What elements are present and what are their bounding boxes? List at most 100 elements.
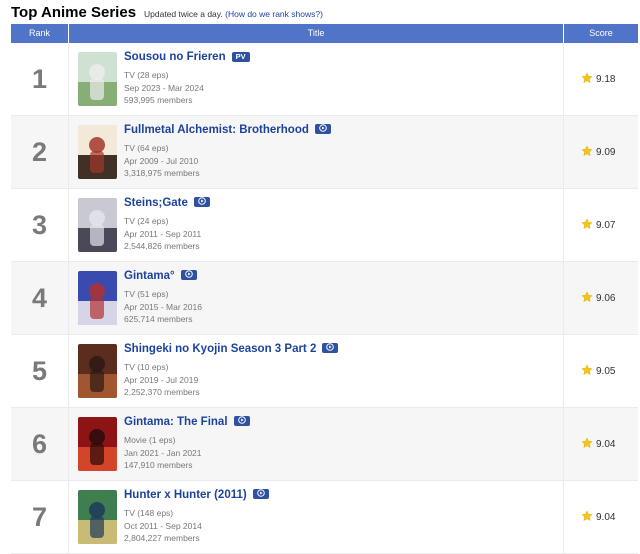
page-subtitle: Updated twice a day. (How do we rank sho… — [144, 9, 323, 19]
anime-type: TV (24 eps) — [124, 216, 169, 226]
rank-number: 6 — [31, 429, 48, 459]
column-header-rank: Rank — [28, 28, 50, 38]
anime-title-link[interactable]: Sousou no Frieren — [124, 51, 226, 63]
play-trailer-icon[interactable] — [180, 270, 197, 280]
anime-thumbnail[interactable] — [78, 490, 117, 544]
anime-type: TV (10 eps) — [124, 362, 169, 372]
anime-thumbnail[interactable] — [78, 125, 117, 179]
star-icon — [581, 145, 593, 160]
anime-info: TV (64 eps) Apr 2009 - Jul 2010 3,318,975 … — [124, 142, 200, 180]
play-trailer-icon[interactable] — [193, 197, 210, 207]
anime-info: Movie (1 eps) Jan 2021 - Jan 2021 147,910 … — [124, 434, 202, 472]
rank-number: 4 — [31, 283, 48, 313]
anime-type: TV (51 eps) — [124, 289, 169, 299]
star-icon — [581, 72, 593, 87]
anime-title-cell: Steins;Gate — [124, 197, 210, 209]
anime-title-link[interactable]: Gintama° — [124, 270, 175, 282]
star-icon — [581, 437, 593, 452]
table-row: 1 Sousou no Frieren PV TV (28 eps) Sep 2023 … — [11, 43, 638, 116]
table-header: Rank Title Score — [11, 24, 638, 43]
update-note: Updated twice a day. — [144, 9, 223, 19]
score-cell: 9.18 — [581, 72, 615, 87]
anime-title-cell: Hunter x Hunter (2011) — [124, 489, 269, 501]
table-row: 7 Hunter x Hunter (2011) TV (148 eps) Oct 2… — [11, 481, 638, 554]
column-divider — [563, 335, 564, 407]
column-divider — [563, 189, 564, 261]
anime-title-cell: Shingeki no Kyojin Season 3 Part 2 — [124, 343, 339, 355]
anime-thumbnail[interactable] — [78, 271, 117, 325]
anime-thumbnail[interactable] — [78, 198, 117, 252]
anime-info: TV (51 eps) Apr 2015 - Mar 2016 625,714 me… — [124, 288, 202, 326]
anime-thumbnail[interactable] — [78, 417, 117, 471]
anime-members: 625,714 members — [124, 314, 193, 325]
anime-title-cell: Fullmetal Alchemist: Brotherhood — [124, 124, 331, 136]
rank-number: 7 — [31, 502, 48, 532]
score-value: 9.05 — [596, 366, 616, 377]
play-trailer-icon[interactable] — [322, 343, 339, 353]
column-divider — [563, 43, 564, 115]
rank-number: 1 — [31, 64, 48, 94]
table-row: 5 Shingeki no Kyojin Season 3 Part 2 TV (1… — [11, 335, 638, 408]
column-divider — [68, 189, 69, 261]
play-trailer-icon[interactable] — [233, 416, 250, 426]
anime-members: 3,318,975 members — [124, 168, 200, 179]
anime-info: TV (24 eps) Apr 2011 - Sep 2011 2,544,826 … — [124, 215, 201, 253]
anime-title-link[interactable]: Hunter x Hunter (2011) — [124, 489, 247, 501]
anime-aired: Apr 2011 - Sep 2011 — [124, 228, 202, 239]
column-header-title: Title — [307, 28, 325, 38]
anime-aired: Sep 2023 - Mar 2024 — [124, 82, 204, 93]
ranking-help-link[interactable]: (How do we rank shows?) — [225, 9, 323, 19]
play-trailer-icon[interactable] — [252, 489, 269, 499]
star-icon — [581, 291, 593, 306]
table-row: 6 Gintama: The Final Movie (1 eps) Jan 2021… — [11, 408, 638, 481]
play-trailer-icon[interactable] — [314, 124, 331, 134]
table-row: 4 Gintama° TV (51 eps) Apr 2015 - Mar 2016 6… — [11, 262, 638, 335]
score-value: 9.06 — [596, 293, 616, 304]
anime-title-link[interactable]: Fullmetal Alchemist: Brotherhood — [124, 124, 309, 136]
anime-members: 593,995 members — [124, 95, 193, 106]
anime-aired: Apr 2009 - Jul 2010 — [124, 155, 199, 166]
score-cell: 9.07 — [581, 218, 615, 233]
anime-title-link[interactable]: Steins;Gate — [124, 197, 188, 209]
column-header-score: Score — [589, 28, 613, 38]
column-divider — [563, 116, 564, 188]
score-cell: 9.09 — [581, 145, 615, 160]
anime-members: 2,804,227 members — [124, 533, 200, 544]
score-value: 9.07 — [596, 220, 616, 231]
pv-badge[interactable]: PV — [231, 52, 250, 62]
star-icon — [581, 364, 593, 379]
anime-thumbnail[interactable] — [78, 344, 117, 398]
anime-info: TV (28 eps) Sep 2023 - Mar 2024 593,995 me… — [124, 69, 204, 107]
anime-type: Movie (1 eps) — [124, 435, 176, 445]
rank-number: 2 — [31, 137, 48, 167]
rank-number: 3 — [31, 210, 48, 240]
star-icon — [581, 218, 593, 233]
score-cell: 9.04 — [581, 510, 615, 525]
anime-thumbnail[interactable] — [78, 52, 117, 106]
table-row: 2 Fullmetal Alchemist: Brotherhood TV (64 … — [11, 116, 638, 189]
anime-title-cell: Gintama° — [124, 270, 197, 282]
score-value: 9.04 — [596, 512, 616, 523]
anime-title-cell: Gintama: The Final — [124, 416, 250, 428]
rank-number: 5 — [31, 356, 48, 386]
score-cell: 9.04 — [581, 437, 615, 452]
top-anime-page: Top Anime Series Updated twice a day. (H… — [0, 0, 640, 554]
page-header: Top Anime Series Updated twice a day. (H… — [0, 0, 640, 24]
column-divider — [68, 43, 69, 115]
anime-type: TV (148 eps) — [124, 508, 174, 518]
column-divider — [68, 335, 69, 407]
ranking-table: 1 Sousou no Frieren PV TV (28 eps) Sep 2023 … — [11, 43, 638, 554]
anime-title-link[interactable]: Shingeki no Kyojin Season 3 Part 2 — [124, 343, 316, 355]
anime-title-link[interactable]: Gintama: The Final — [124, 416, 228, 428]
column-divider — [563, 408, 564, 480]
anime-info: TV (148 eps) Oct 2011 - Sep 2014 2,804,227… — [124, 507, 202, 545]
column-divider — [68, 408, 69, 480]
column-divider — [68, 481, 69, 553]
score-value: 9.09 — [596, 147, 616, 158]
anime-aired: Apr 2015 - Mar 2016 — [124, 301, 202, 312]
table-row: 3 Steins;Gate TV (24 eps) Apr 2011 - Sep 20… — [11, 189, 638, 262]
score-cell: 9.06 — [581, 291, 615, 306]
column-divider — [563, 262, 564, 334]
column-divider — [68, 262, 69, 334]
column-divider — [563, 481, 564, 553]
